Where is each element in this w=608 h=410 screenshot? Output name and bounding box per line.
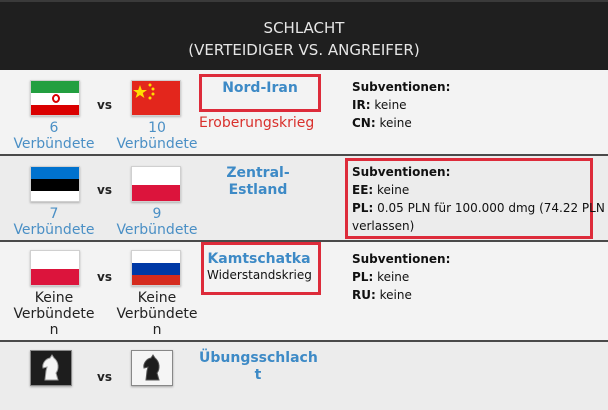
region-name-part: t	[254, 367, 262, 383]
subsidy-value: keine	[375, 288, 412, 302]
attacker-allies: Keine Verbündete n	[111, 290, 203, 338]
region-link[interactable]: Nord-Iran	[205, 80, 315, 97]
subsidies-info: Subventionen: PL: keine RU: keine	[352, 250, 450, 304]
vs-label: vs	[97, 370, 112, 384]
battle-row[interactable]: vs Keine Verbündete n Keine Verbündete n…	[0, 242, 608, 342]
country-code: EE:	[352, 183, 374, 197]
allies-count: 10	[148, 120, 166, 136]
header-title: SCHLACHT	[263, 19, 345, 37]
allies-count: 6	[49, 120, 59, 136]
war-type-label: Eroberungskrieg	[199, 115, 315, 131]
china-flag[interactable]	[131, 80, 181, 116]
battle-table-header: SCHLACHT (VERTEIDIGER VS. ANGREIFER)	[0, 0, 608, 70]
allies-label: n	[152, 322, 162, 338]
subsidy-value: keine	[373, 270, 410, 284]
header-subtitle: (VERTEIDIGER VS. ANGREIFER)	[188, 41, 420, 59]
subsidy-value: keine	[370, 98, 407, 112]
subsidies-info: Subventionen: EE: keine PL: 0.05 PLN für…	[352, 163, 605, 235]
region-link[interactable]: Zentral-Estland	[199, 165, 317, 199]
defender-allies[interactable]: 7 Verbündete	[8, 206, 100, 238]
subsidy-value: verlassen)	[352, 219, 415, 233]
allies-label: Verbündete	[116, 306, 198, 322]
russia-flag[interactable]	[131, 250, 181, 286]
region-link[interactable]: Übungsschlach t	[199, 350, 318, 384]
poland-flag[interactable]	[30, 250, 80, 286]
allies-label: Keine	[137, 290, 177, 306]
region-name-part: Übungsschlach	[199, 350, 318, 366]
vs-label: vs	[97, 98, 112, 112]
country-code: IR:	[352, 98, 371, 112]
battle-row[interactable]: vs 6 Verbündete 10 Verbündete Nord-Iran …	[0, 70, 608, 156]
allies-label: Verbündete	[13, 222, 95, 238]
country-code: PL:	[352, 270, 374, 284]
poland-flag[interactable]	[131, 166, 181, 202]
vs-label: vs	[97, 183, 112, 197]
region-link[interactable]: Kamtschatka	[204, 251, 314, 268]
vs-label: vs	[97, 270, 112, 284]
iran-flag[interactable]	[30, 80, 80, 116]
chess-knight-white-icon[interactable]	[30, 350, 72, 386]
subsidy-value: 0.05 PLN für 100.000 dmg (74.22 PLN	[373, 201, 605, 215]
battle-row[interactable]: vs Übungsschlach t	[0, 342, 608, 410]
subsidies-info: Subventionen: IR: keine CN: keine	[352, 78, 450, 132]
allies-count: 7	[49, 206, 59, 222]
subsidy-value: keine	[373, 183, 410, 197]
country-code: RU:	[352, 288, 376, 302]
allies-label: Verbündete	[13, 136, 95, 152]
allies-label: Verbündete	[116, 136, 198, 152]
subsidy-value: keine	[375, 116, 412, 130]
attacker-allies[interactable]: 10 Verbündete	[111, 120, 203, 152]
defender-allies: Keine Verbündete n	[8, 290, 100, 338]
allies-label: Verbündete	[116, 222, 198, 238]
country-code: PL:	[352, 201, 374, 215]
subsidies-title: Subventionen:	[352, 80, 451, 94]
war-type-label: Widerstandskrieg	[207, 268, 312, 282]
battle-row[interactable]: vs 7 Verbündete 9 Verbündete Zentral-Est…	[0, 156, 608, 242]
subsidies-title: Subventionen:	[352, 165, 451, 179]
allies-label: n	[49, 322, 59, 338]
subsidies-title: Subventionen:	[352, 252, 451, 266]
attacker-allies[interactable]: 9 Verbündete	[111, 206, 203, 238]
chess-knight-black-icon[interactable]	[131, 350, 173, 386]
allies-count: 9	[152, 206, 162, 222]
estonia-flag[interactable]	[30, 166, 80, 202]
allies-label: Keine	[34, 290, 74, 306]
allies-label: Verbündete	[13, 306, 95, 322]
defender-allies[interactable]: 6 Verbündete	[8, 120, 100, 152]
country-code: CN:	[352, 116, 376, 130]
